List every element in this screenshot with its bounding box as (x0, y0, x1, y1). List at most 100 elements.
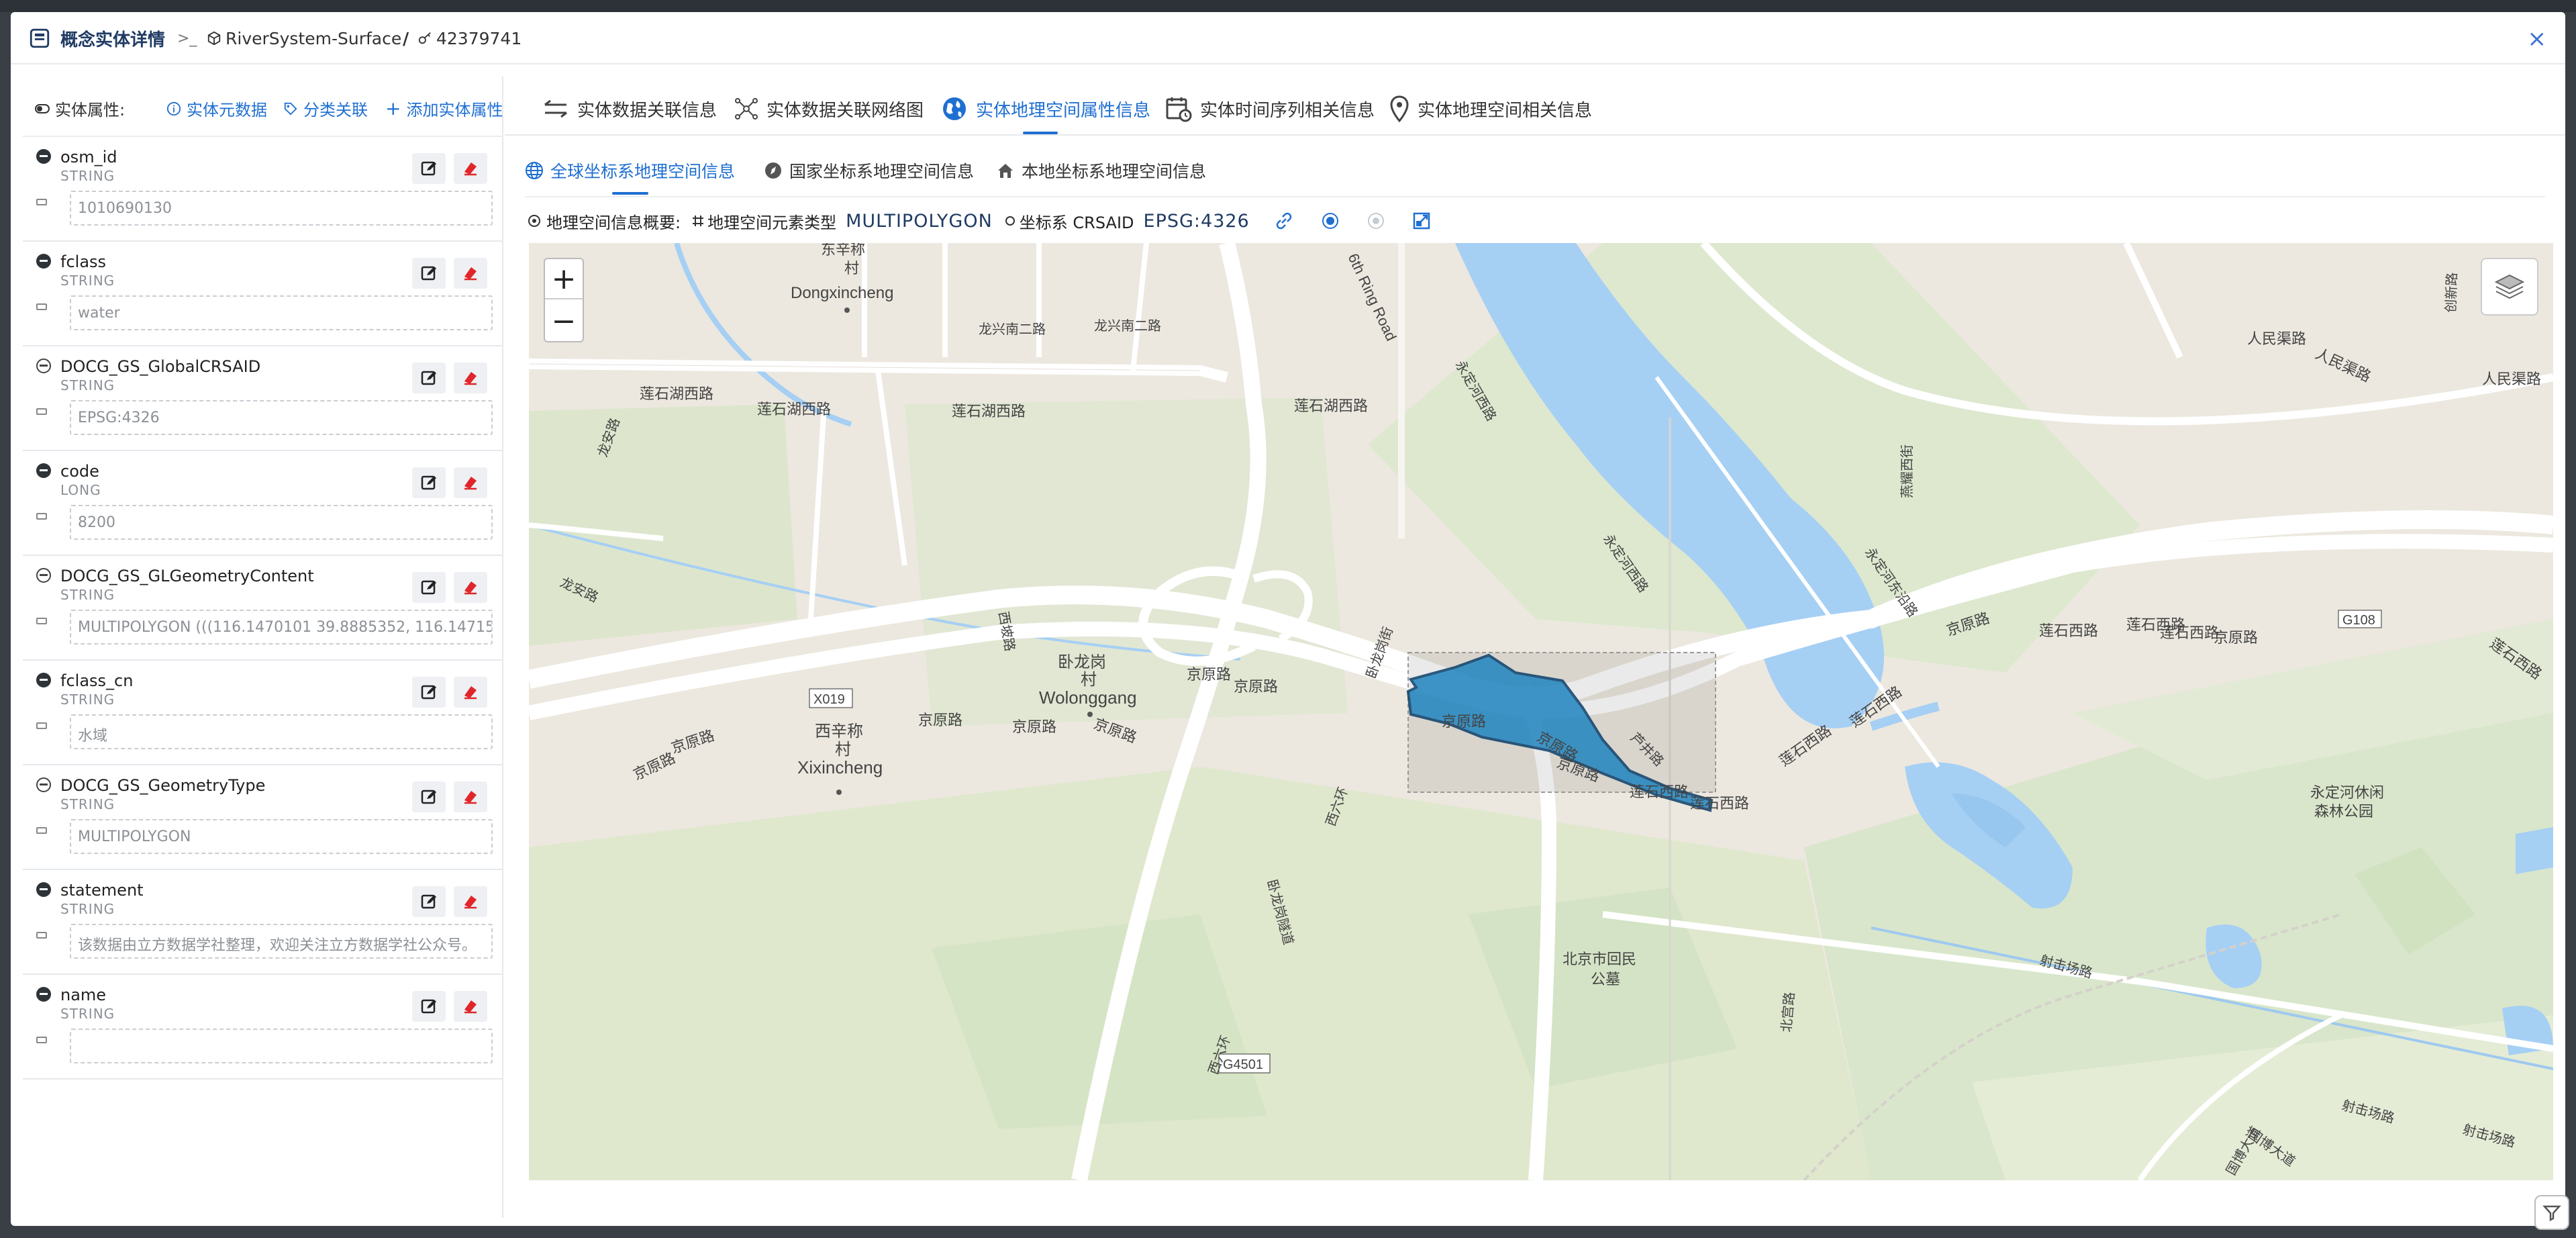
attribute-value-icon (36, 303, 47, 310)
active-subtab-indicator (612, 192, 648, 195)
eraser-icon (462, 998, 479, 1015)
delete-attribute-button[interactable] (454, 886, 487, 917)
attribute-status-icon (36, 882, 51, 897)
attribute-type: LONG (60, 482, 101, 498)
edit-attribute-button[interactable] (412, 991, 446, 1022)
subtab-local-crs[interactable]: 本地坐标系地理空间信息 (996, 157, 1206, 184)
tab-entity-relations[interactable]: 实体数据关联信息 (542, 95, 717, 122)
zoom-in-button[interactable]: + (545, 259, 583, 299)
main-panel: 实体数据关联信息 实体数据关联网络图 实体地理空间属性信息 实体时间序列相关信息… (505, 77, 2565, 1225)
attribute-value (70, 1029, 493, 1063)
delete-attribute-button[interactable] (454, 781, 487, 812)
delete-attribute-button[interactable] (454, 153, 487, 184)
delete-attribute-button[interactable] (454, 991, 487, 1022)
info-icon (166, 101, 181, 116)
attribute-value-icon (36, 618, 47, 624)
attribute-type: STRING (60, 1006, 115, 1022)
fullscreen-map-icon[interactable] (1412, 211, 1431, 230)
map-label-lianshi-xi-1: 莲石西路 (1630, 783, 1689, 800)
attribute-status-icon (36, 254, 51, 269)
delete-attribute-button[interactable] (454, 363, 487, 393)
map-label-jingyuan-9: 京原路 (2214, 629, 2258, 646)
subtab-global-crs-label: 全球坐标系地理空间信息 (550, 162, 736, 181)
edit-attribute-button[interactable] (412, 781, 446, 812)
edit-attribute-button[interactable] (412, 572, 446, 603)
attribute-panel: 实体属性: 实体元数据 分类关联 + 添加实体属性 osm_id STRING 10… (23, 77, 503, 1218)
delete-attribute-button[interactable] (454, 467, 487, 498)
classification-link[interactable]: 分类关联 (283, 97, 368, 120)
circle-icon (1005, 216, 1015, 226)
locate-entity-icon[interactable] (1321, 211, 1340, 230)
edit-attribute-button[interactable] (412, 153, 446, 184)
coordinate-subtabs: 全球坐标系地理空间信息 国家坐标系地理空间信息 本地坐标系地理空间信息 (525, 144, 2545, 197)
subtab-global-crs[interactable]: 全球坐标系地理空间信息 (525, 157, 735, 184)
map-view[interactable]: 东辛称 村 Dongxincheng 龙兴南二路 龙兴南二路 莲石湖西路 莲石湖… (529, 243, 2553, 1180)
geometry-type-value: MULTIPOLYGON (846, 210, 993, 232)
layers-button[interactable] (2481, 258, 2538, 316)
eraser-icon (462, 893, 479, 910)
attribute-name: code (60, 462, 99, 481)
entity-metadata-link[interactable]: 实体元数据 (166, 97, 267, 120)
network-icon (734, 97, 758, 121)
edit-attribute-button[interactable] (412, 467, 446, 498)
map-label-renmin-1: 人民渠路 (2247, 330, 2306, 347)
delete-attribute-button[interactable] (454, 572, 487, 603)
edit-attribute-button[interactable] (412, 677, 446, 708)
attribute-row: DOCG_GS_GeometryType STRING MULTIPOLYGON (23, 765, 503, 870)
add-attribute-link[interactable]: + 添加实体属性 (385, 97, 503, 120)
tab-time-series[interactable]: 实体时间序列相关信息 (1165, 95, 1375, 122)
attribute-type: STRING (60, 377, 115, 393)
link-icon[interactable] (1274, 211, 1294, 231)
eraser-icon (462, 265, 479, 282)
attribute-status-icon (36, 359, 51, 373)
key-icon (417, 26, 432, 51)
active-tab-indicator (1023, 132, 1058, 134)
attribute-name: osm_id (60, 148, 117, 166)
entity-dialog-icon (28, 26, 51, 51)
cube-icon (207, 26, 221, 51)
dialog-header: 概念实体详情 >_ RiverSystem-Surface / 42379741… (11, 12, 2565, 64)
delete-attribute-button[interactable] (454, 677, 487, 708)
close-button[interactable]: × (2528, 26, 2547, 52)
crs-value: EPSG:4326 (1143, 210, 1250, 232)
tab-geo-related[interactable]: 实体地理空间相关信息 (1389, 95, 1592, 122)
zoom-out-button[interactable]: − (545, 301, 583, 341)
attribute-value-icon (36, 513, 47, 520)
map-label-jingyuan-4: 京原路 (1012, 718, 1056, 735)
map-label-huimin-2: 公墓 (1591, 971, 1620, 988)
map-label-lianshihu-2: 莲石湖西路 (757, 401, 831, 418)
edit-icon (420, 160, 438, 177)
tab-entity-relations-label: 实体数据关联信息 (577, 100, 717, 121)
attribute-type: STRING (60, 796, 115, 812)
edit-attribute-button[interactable] (412, 258, 446, 289)
map-label-lianshi-xi-2: 莲石西路 (1690, 795, 1749, 812)
tab-geo-attributes[interactable]: 实体地理空间属性信息 (941, 95, 1150, 122)
attribute-row: DOCG_GS_GlobalCRSAID STRING EPSG:4326 (23, 346, 503, 451)
attribute-value: 8200 (70, 505, 493, 540)
edit-attribute-button[interactable] (412, 886, 446, 917)
subtab-national-crs-label: 国家坐标系地理空间信息 (789, 162, 975, 181)
edit-icon (420, 998, 438, 1015)
map-label-lianshihu-4: 莲石湖西路 (1294, 397, 1368, 414)
map-label-longxing-b: 龙兴南二路 (1094, 318, 1161, 334)
map-label-g108: G108 (2342, 613, 2375, 628)
tab-relation-network[interactable]: 实体数据关联网络图 (734, 95, 924, 122)
classification-label: 分类关联 (303, 101, 368, 120)
edit-attribute-button[interactable] (412, 363, 446, 393)
attribute-value: 该数据由立方数据学社整理，欢迎关注立方数据学社公众号。 (70, 924, 493, 959)
map-label-wolonggang-en: Wolonggang (1039, 687, 1137, 708)
edit-icon (420, 683, 438, 701)
entity-id: 42379741 (436, 28, 522, 48)
map-label-lianshihu-3: 莲石湖西路 (952, 403, 1026, 420)
map-label-lianshihu-1: 莲石湖西路 (640, 385, 713, 402)
attribute-value-icon (36, 932, 47, 939)
zoom-control: + − (544, 258, 584, 342)
delete-attribute-button[interactable] (454, 258, 487, 289)
filter-fab-button[interactable] (2534, 1195, 2569, 1230)
map-label-jingyuan-3: 京原路 (918, 712, 962, 728)
attribute-row: code LONG 8200 (23, 451, 503, 556)
subtab-national-crs[interactable]: 国家坐标系地理空间信息 (764, 157, 974, 184)
attribute-value: EPSG:4326 (70, 400, 493, 435)
header-prompt-icon: >_ (177, 30, 197, 47)
locate-outline-icon[interactable] (1367, 211, 1385, 230)
